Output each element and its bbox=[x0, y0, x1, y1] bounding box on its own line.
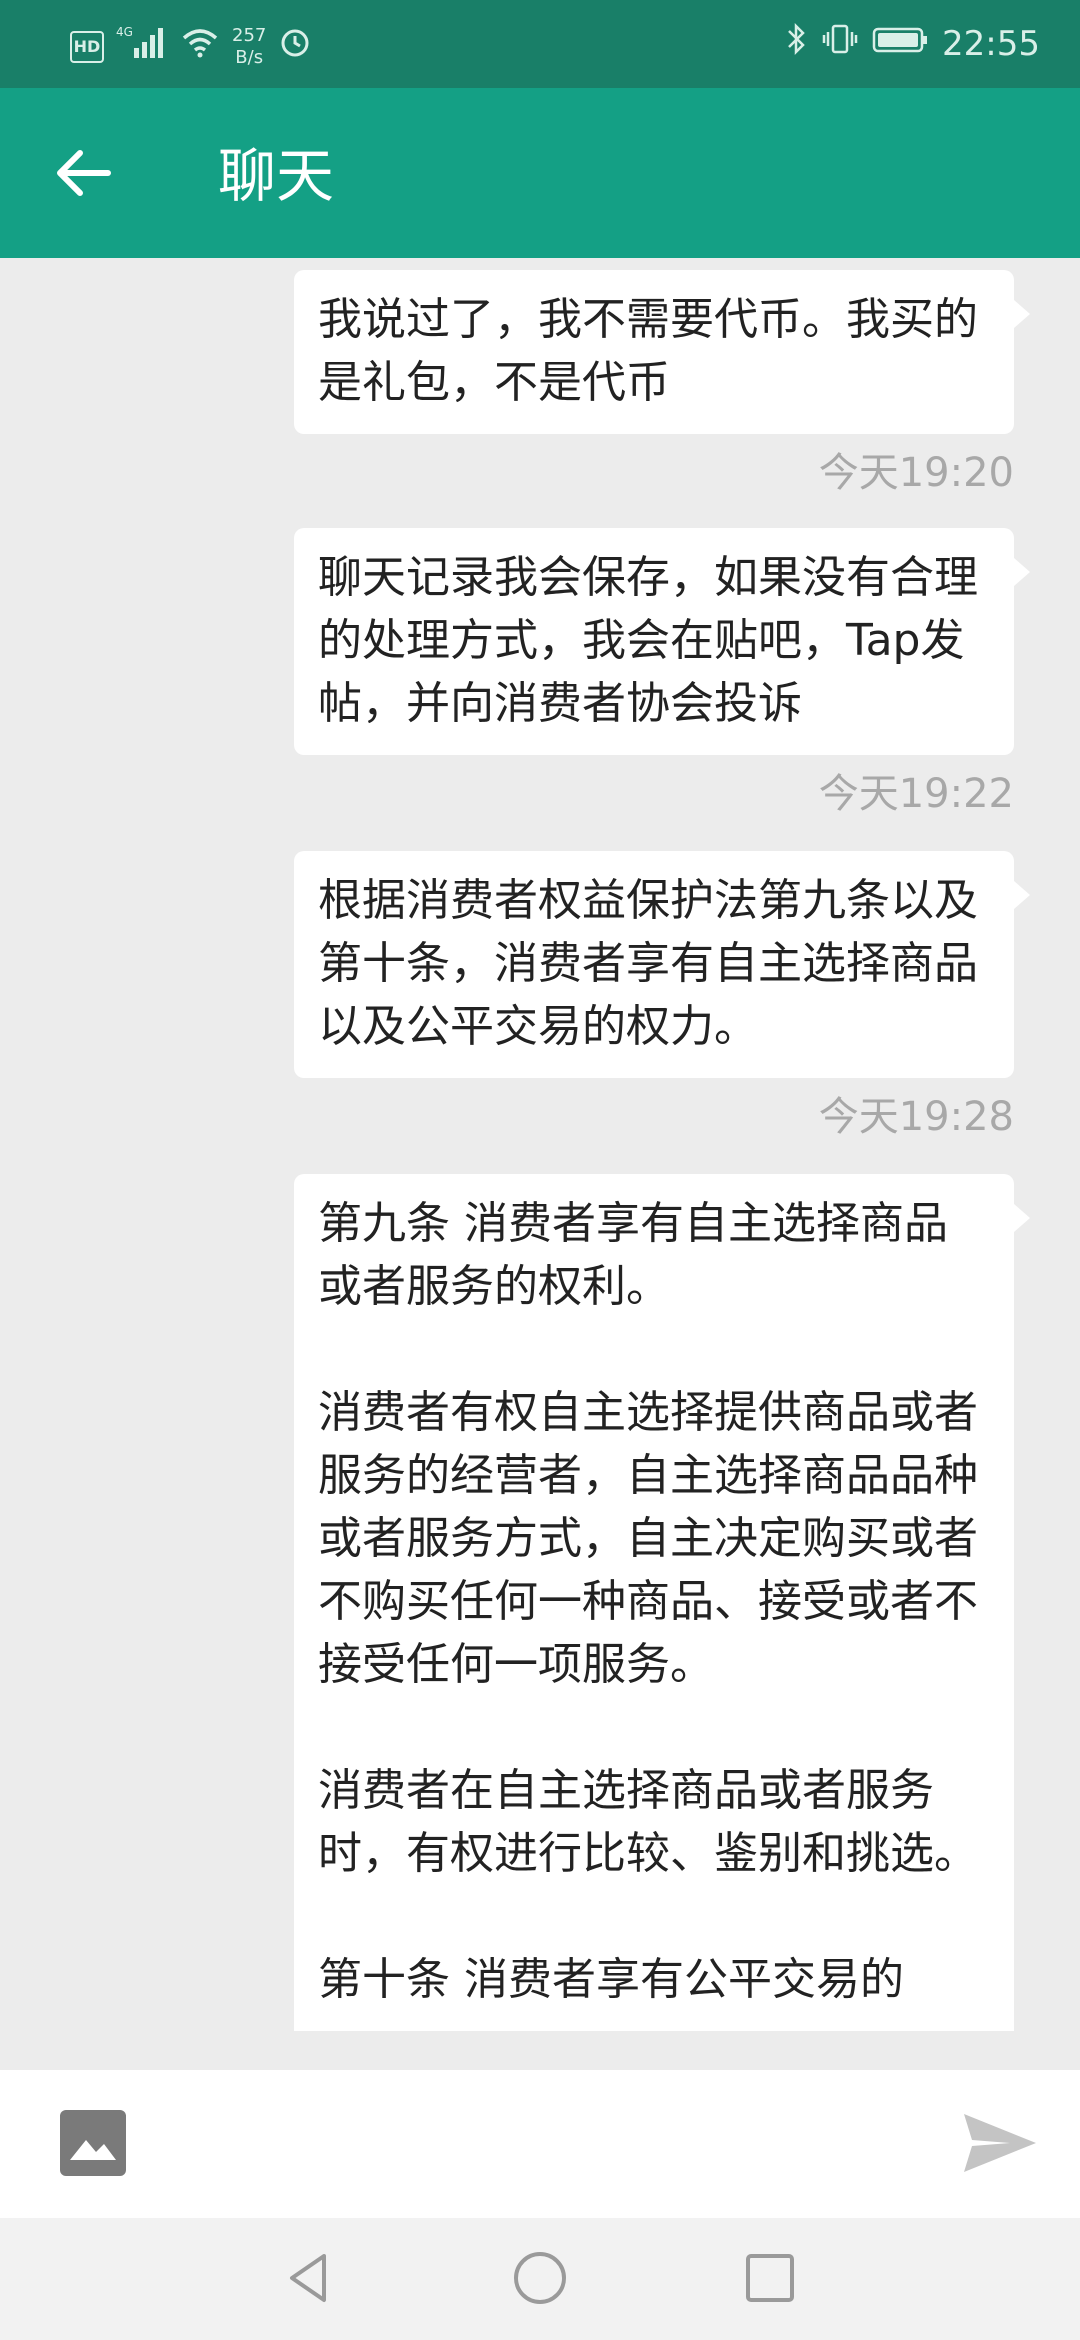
message-time: 今天19:28 bbox=[818, 1094, 1014, 1140]
app-bar: 聊天 bbox=[0, 88, 1080, 258]
message-time: 今天19:22 bbox=[818, 771, 1014, 817]
message-item: 我说过了，我不需要代币。我买的是礼包，不是代币 今天19:20 bbox=[294, 270, 1030, 500]
nav-recent-button[interactable] bbox=[740, 2248, 800, 2308]
message-bubble[interactable]: 聊天记录我会保存，如果没有合理的处理方式，我会在贴吧，Tap发帖，并向消费者协会… bbox=[294, 528, 1030, 755]
message-item: 第九条 消费者享有自主选择商品或者服务的权利。 消费者有权自主选择提供商品或者服… bbox=[294, 1174, 1030, 2031]
message-item: 根据消费者权益保护法第九条以及第十条，消费者享有自主选择商品以及公平交易的权力。… bbox=[294, 851, 1030, 1144]
message-bubble[interactable]: 根据消费者权益保护法第九条以及第十条，消费者享有自主选择商品以及公平交易的权力。 bbox=[294, 851, 1030, 1078]
circle-home-icon bbox=[514, 2252, 566, 2304]
system-nav-bar bbox=[0, 2218, 1080, 2340]
send-icon bbox=[964, 2114, 1036, 2172]
back-button[interactable] bbox=[50, 138, 120, 208]
message-bubble[interactable]: 我说过了，我不需要代币。我买的是礼包，不是代币 bbox=[294, 270, 1030, 434]
status-bar: HD 4G 257 B/s 22:55 bbox=[0, 0, 1080, 88]
hd-icon: HD bbox=[70, 30, 104, 63]
nav-back-button[interactable] bbox=[280, 2248, 340, 2308]
alarm-icon bbox=[278, 25, 312, 68]
bluetooth-icon bbox=[786, 22, 808, 65]
chat-list[interactable]: 我说过了，我不需要代币。我买的是礼包，不是代币 今天19:20 聊天记录我会保存… bbox=[0, 258, 1080, 2070]
svg-text:4G: 4G bbox=[116, 25, 133, 39]
triangle-back-icon bbox=[290, 2254, 326, 2302]
network-speed: 257 B/s bbox=[232, 24, 267, 68]
message-time: 今天19:20 bbox=[818, 450, 1014, 496]
battery-icon bbox=[872, 24, 928, 64]
vibrate-icon bbox=[822, 22, 858, 65]
square-recent-icon bbox=[746, 2254, 794, 2302]
image-button[interactable] bbox=[60, 2110, 126, 2176]
nav-home-button[interactable] bbox=[510, 2248, 570, 2308]
image-icon bbox=[70, 2140, 116, 2160]
wifi-icon bbox=[180, 26, 220, 67]
clock-time: 22:55 bbox=[942, 23, 1040, 64]
message-bubble[interactable]: 第九条 消费者享有自主选择商品或者服务的权利。 消费者有权自主选择提供商品或者服… bbox=[294, 1174, 1030, 2031]
page-title: 聊天 bbox=[218, 142, 335, 210]
arrow-left-icon bbox=[57, 150, 111, 196]
message-item: 聊天记录我会保存，如果没有合理的处理方式，我会在贴吧，Tap发帖，并向消费者协会… bbox=[294, 528, 1030, 821]
input-bar bbox=[0, 2070, 1080, 2218]
signal-icon: 4G bbox=[116, 24, 168, 69]
send-button[interactable] bbox=[960, 2108, 1040, 2178]
